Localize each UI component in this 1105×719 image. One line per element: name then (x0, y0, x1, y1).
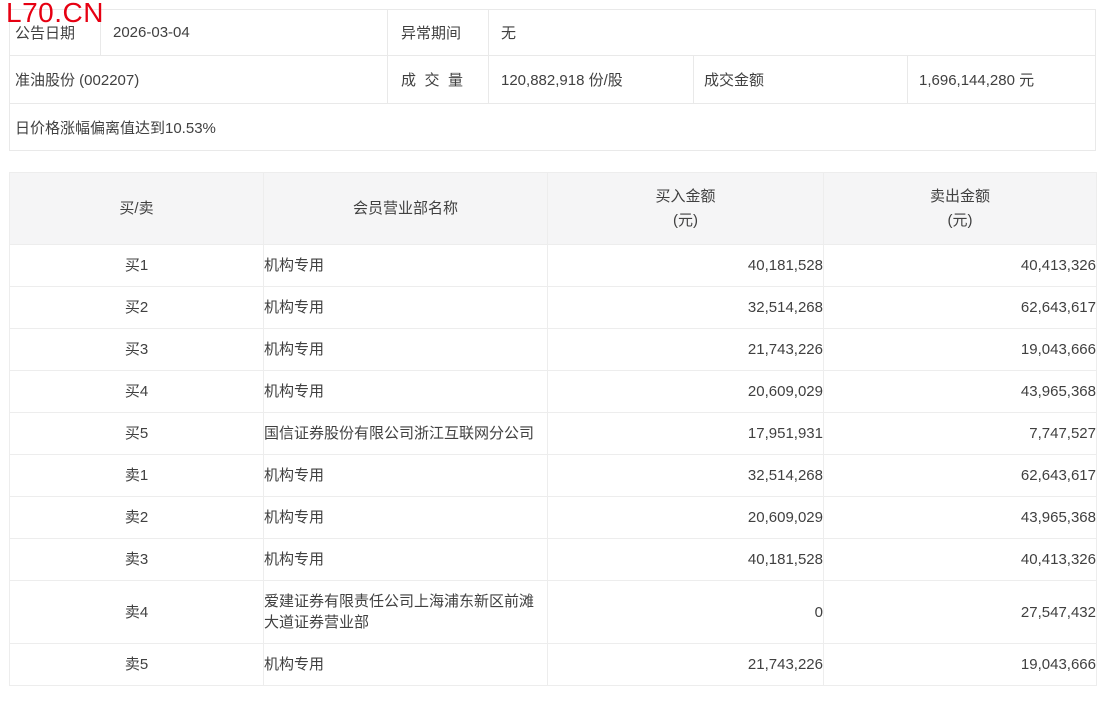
buy-amount-cell: 21,743,226 (547, 328, 824, 371)
col-header-branch: 会员营业部名称 (263, 172, 548, 245)
side-cell: 买4 (9, 370, 264, 413)
info-row-dates: 公告日期 2026-03-04 异常期间 无 (10, 10, 1095, 56)
sell-amount-cell: 43,965,368 (823, 496, 1097, 539)
sell-amount-cell: 62,643,617 (823, 454, 1097, 497)
side-cell: 买1 (9, 244, 264, 287)
deviation-reason-text: 日价格涨幅偏离值达到10.53% (15, 119, 216, 137)
table-row: 买3 机构专用 21,743,226 19,043,666 (9, 328, 1097, 371)
buy-amount-cell: 32,514,268 (547, 286, 824, 329)
side-cell: 买5 (9, 412, 264, 455)
buy-amount-cell: 40,181,528 (547, 244, 824, 287)
sell-amount-cell: 40,413,326 (823, 538, 1097, 581)
table-header: 买/卖 会员营业部名称 买入金额 (元) 卖出金额 (元) (9, 172, 1097, 245)
buy-amount-cell: 32,514,268 (547, 454, 824, 497)
side-cell: 卖2 (9, 496, 264, 539)
table-row: 卖1 机构专用 32,514,268 62,643,617 (9, 454, 1097, 497)
turnover-label: 成交金额 (694, 56, 908, 103)
volume-value: 120,882,918 份/股 (489, 56, 694, 103)
announce-date-value: 2026-03-04 (101, 10, 388, 55)
info-row-volume: 准油股份 (002207) 成交量 120,882,918 份/股 成交金额 1… (10, 56, 1095, 104)
sell-amount-cell: 62,643,617 (823, 286, 1097, 329)
sell-amount-cell: 7,747,527 (823, 412, 1097, 455)
branch-cell: 国信证券股份有限公司浙江互联网分公司 (263, 412, 548, 455)
sell-amount-cell: 19,043,666 (823, 328, 1097, 371)
side-cell: 买3 (9, 328, 264, 371)
branch-cell: 机构专用 (263, 286, 548, 329)
table-row: 买4 机构专用 20,609,029 43,965,368 (9, 370, 1097, 413)
sell-amount-unit: (元) (947, 211, 973, 229)
side-cell: 卖1 (9, 454, 264, 497)
buy-amount-cell: 0 (547, 580, 824, 644)
side-cell: 买2 (9, 286, 264, 329)
table-row: 买1 机构专用 40,181,528 40,413,326 (9, 244, 1097, 287)
stock-name: 准油股份 (002207) (10, 56, 388, 103)
table-row: 买5 国信证券股份有限公司浙江互联网分公司 17,951,931 7,747,5… (9, 412, 1097, 455)
table-row: 卖4 爱建证券有限责任公司上海浦东新区前滩大道证券营业部 0 27,547,43… (9, 580, 1097, 644)
sell-amount-cell: 27,547,432 (823, 580, 1097, 644)
buy-amount-title: 买入金额 (655, 187, 716, 205)
branch-cell: 机构专用 (263, 454, 548, 497)
buy-amount-cell: 40,181,528 (547, 538, 824, 581)
branch-cell: 机构专用 (263, 538, 548, 581)
stock-info-panel: 公告日期 2026-03-04 异常期间 无 准油股份 (002207) 成交量… (9, 9, 1096, 151)
table-row: 卖3 机构专用 40,181,528 40,413,326 (9, 538, 1097, 581)
table-row: 卖5 机构专用 21,743,226 19,043,666 (9, 643, 1097, 686)
table-row: 卖2 机构专用 20,609,029 43,965,368 (9, 496, 1097, 539)
volume-label: 成交量 (388, 56, 489, 103)
buy-amount-cell: 17,951,931 (547, 412, 824, 455)
branch-cell: 机构专用 (263, 496, 548, 539)
branch-cell: 机构专用 (263, 370, 548, 413)
branch-cell: 机构专用 (263, 244, 548, 287)
branch-cell: 爱建证券有限责任公司上海浦东新区前滩大道证券营业部 (263, 580, 548, 644)
table-row: 买2 机构专用 32,514,268 62,643,617 (9, 286, 1097, 329)
abnormal-period-value: 无 (501, 25, 517, 42)
buy-amount-cell: 20,609,029 (547, 496, 824, 539)
table-header-row: 买/卖 会员营业部名称 买入金额 (元) 卖出金额 (元) (9, 172, 1097, 245)
sell-amount-title: 卖出金额 (929, 187, 990, 205)
sell-amount-cell: 19,043,666 (823, 643, 1097, 686)
side-cell: 卖4 (9, 580, 264, 644)
broker-seats-table: 买/卖 会员营业部名称 买入金额 (元) 卖出金额 (元) 买1 机构专用 40… (9, 172, 1097, 686)
branch-cell: 机构专用 (263, 328, 548, 371)
col-header-sell-amount: 卖出金额 (元) (823, 172, 1097, 245)
buy-amount-cell: 21,743,226 (547, 643, 824, 686)
sell-amount-cell: 43,965,368 (823, 370, 1097, 413)
branch-cell: 机构专用 (263, 643, 548, 686)
sell-amount-cell: 40,413,326 (823, 244, 1097, 287)
col-header-buysell: 买/卖 (9, 172, 264, 245)
buy-amount-unit: (元) (673, 211, 698, 229)
volume-label-text: 成交量 (401, 72, 463, 89)
buy-amount-cell: 20,609,029 (547, 370, 824, 413)
watermark-label: L70.CN (6, 0, 104, 28)
col-header-buy-amount: 买入金额 (元) (547, 172, 824, 245)
side-cell: 卖5 (9, 643, 264, 686)
abnormal-period-label: 异常期间 (388, 10, 489, 55)
table-body: 买1 机构专用 40,181,528 40,413,326 买2 机构专用 32… (9, 244, 1097, 686)
info-row-reason: 日价格涨幅偏离值达到10.53% (10, 104, 1095, 150)
turnover-value: 1,696,144,280 元 (919, 72, 1035, 89)
side-cell: 卖3 (9, 538, 264, 581)
